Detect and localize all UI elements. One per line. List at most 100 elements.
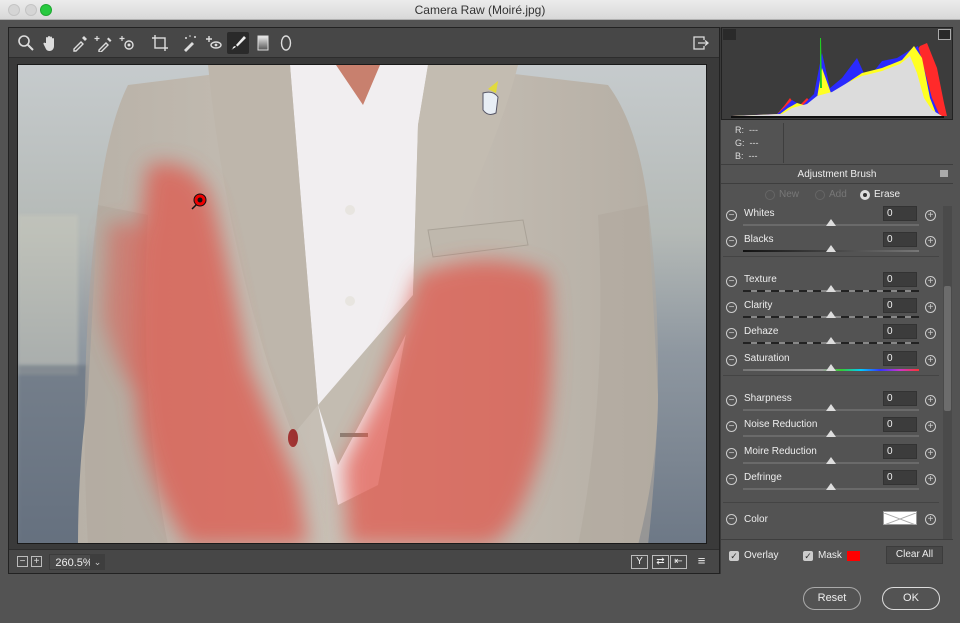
slider-thumb[interactable] <box>826 285 836 292</box>
slider-thumb[interactable] <box>826 219 836 226</box>
slider-value-input[interactable]: 0 <box>883 232 917 247</box>
slider-track[interactable] <box>743 364 919 371</box>
slider-thumb[interactable] <box>826 311 836 318</box>
adjustment-sliders: − Whites 0 + − Blacks 0 + − Texture 0 + − Clarity 0 + − D… <box>721 206 953 539</box>
graduated-filter-tool[interactable] <box>252 32 274 54</box>
minus-icon[interactable]: − <box>726 328 737 339</box>
adjustment-brush-tool[interactable] <box>227 32 249 54</box>
scrollbar-thumb[interactable] <box>944 286 951 411</box>
crop-tool[interactable] <box>149 32 171 54</box>
targeted-adjustment-tool[interactable] <box>116 32 138 54</box>
eyedropper-plus-icon <box>94 36 112 52</box>
minus-icon[interactable]: − <box>726 355 737 366</box>
open-preferences-button[interactable] <box>689 32 711 54</box>
plus-icon[interactable]: + <box>925 421 936 432</box>
mode-new-radio[interactable]: New <box>765 189 799 200</box>
panel-menu-icon[interactable] <box>940 170 948 177</box>
white-balance-tool[interactable] <box>69 32 91 54</box>
minus-icon[interactable]: − <box>726 448 737 459</box>
minus-icon[interactable]: − <box>726 302 737 313</box>
minus-icon[interactable]: − <box>726 210 737 221</box>
plus-icon[interactable]: + <box>925 276 936 287</box>
mask-color-swatch[interactable] <box>846 550 860 561</box>
photo-jacket <box>18 65 706 543</box>
histogram-graph <box>731 38 947 118</box>
slider-value-input[interactable]: 0 <box>883 417 917 432</box>
plus-icon[interactable]: + <box>925 236 936 247</box>
r-label: R: <box>735 125 744 135</box>
slider-sharpness: − Sharpness 0 + <box>721 391 943 419</box>
plus-icon[interactable]: + <box>925 448 936 459</box>
mask-checkbox[interactable]: ✓ Mask <box>803 550 860 561</box>
image-preview[interactable] <box>17 64 707 544</box>
zoom-tool[interactable] <box>15 32 37 54</box>
radio-icon <box>815 189 825 200</box>
before-after-view-button[interactable]: Y <box>631 555 648 569</box>
slider-track[interactable] <box>743 285 919 292</box>
toggle-settings-icon[interactable]: ≡ <box>693 554 710 569</box>
mode-erase-radio[interactable]: Erase <box>860 189 900 200</box>
slider-track[interactable] <box>743 457 919 464</box>
slider-track[interactable] <box>743 245 919 252</box>
slider-track[interactable] <box>743 311 919 318</box>
minus-icon[interactable]: − <box>726 395 737 406</box>
overlay-checkbox[interactable]: ✓ Overlay <box>729 550 778 561</box>
minus-icon[interactable]: − <box>726 514 737 525</box>
plus-icon[interactable]: + <box>925 210 936 221</box>
plus-icon[interactable]: + <box>925 474 936 485</box>
slider-value-input[interactable]: 0 <box>883 351 917 366</box>
slider-thumb[interactable] <box>826 245 836 252</box>
spot-removal-tool[interactable] <box>179 32 201 54</box>
slider-thumb[interactable] <box>826 430 836 437</box>
red-eye-tool[interactable] <box>203 32 225 54</box>
slider-whites: − Whites 0 + <box>721 206 943 234</box>
plus-icon[interactable]: + <box>925 302 936 313</box>
slider-thumb[interactable] <box>826 404 836 411</box>
tool-bar <box>9 28 719 58</box>
swap-before-after-button[interactable]: ⇄ <box>652 555 669 569</box>
color-swatch[interactable] <box>883 511 917 526</box>
zoom-dropdown-chevron-icon[interactable]: ⌄ <box>90 554 105 570</box>
plus-icon[interactable]: + <box>925 328 936 339</box>
plus-icon[interactable]: + <box>925 395 936 406</box>
slider-track[interactable] <box>743 430 919 437</box>
radial-filter-tool[interactable] <box>275 32 297 54</box>
slider-thumb[interactable] <box>826 337 836 344</box>
slider-track[interactable] <box>743 337 919 344</box>
clear-all-button[interactable]: Clear All <box>886 546 943 564</box>
copy-settings-button[interactable]: ⇤ <box>670 555 687 569</box>
color-sampler-tool[interactable] <box>92 32 114 54</box>
slider-thumb[interactable] <box>826 457 836 464</box>
slider-track[interactable] <box>743 483 919 490</box>
minus-icon[interactable]: − <box>726 276 737 287</box>
slider-label: Sharpness <box>744 393 792 404</box>
slider-value-input[interactable]: 0 <box>883 324 917 339</box>
reset-button[interactable]: Reset <box>803 587 861 610</box>
slider-value-input[interactable]: 0 <box>883 272 917 287</box>
zoom-out-button[interactable]: − <box>17 556 28 567</box>
slider-value-input[interactable]: 0 <box>883 206 917 221</box>
slider-value-input[interactable]: 0 <box>883 391 917 406</box>
plus-icon[interactable]: + <box>925 514 936 525</box>
ok-button[interactable]: OK <box>882 587 940 610</box>
highlight-clipping-icon[interactable] <box>938 29 951 40</box>
slider-thumb[interactable] <box>826 364 836 371</box>
slider-value-input[interactable]: 0 <box>883 444 917 459</box>
slider-label: Defringe <box>744 472 782 483</box>
slider-thumb[interactable] <box>826 483 836 490</box>
slider-track[interactable] <box>743 219 919 226</box>
hand-tool[interactable] <box>39 32 61 54</box>
plus-icon[interactable]: + <box>925 355 936 366</box>
mode-add-radio[interactable]: Add <box>815 189 847 200</box>
slider-value-input[interactable]: 0 <box>883 470 917 485</box>
minus-icon[interactable]: − <box>726 236 737 247</box>
minus-icon[interactable]: − <box>726 474 737 485</box>
shadow-clipping-icon[interactable] <box>723 29 736 40</box>
minus-icon[interactable]: − <box>726 421 737 432</box>
overlay-label: Overlay <box>744 550 779 561</box>
slider-track[interactable] <box>743 404 919 411</box>
zoom-in-button[interactable]: + <box>31 556 42 567</box>
panel-scrollbar[interactable] <box>943 206 952 539</box>
slider-value-input[interactable]: 0 <box>883 298 917 313</box>
eyedropper-icon <box>73 36 87 52</box>
